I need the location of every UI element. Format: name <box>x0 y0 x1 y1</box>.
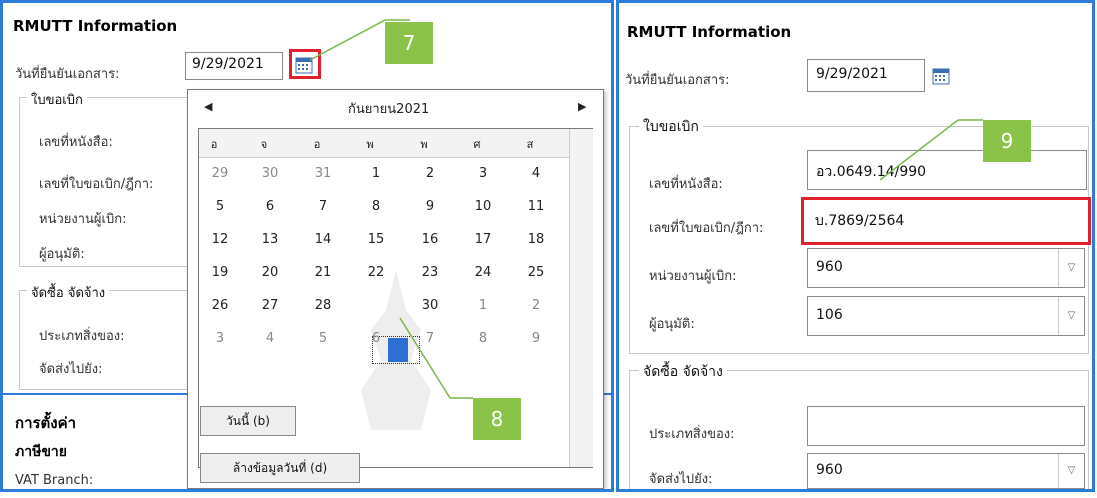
callout-badge-9: 9 <box>983 120 1031 162</box>
callout-badge-8: 8 <box>473 398 521 440</box>
callout-badge-7: 7 <box>385 22 433 64</box>
callout-lines <box>309 19 983 399</box>
